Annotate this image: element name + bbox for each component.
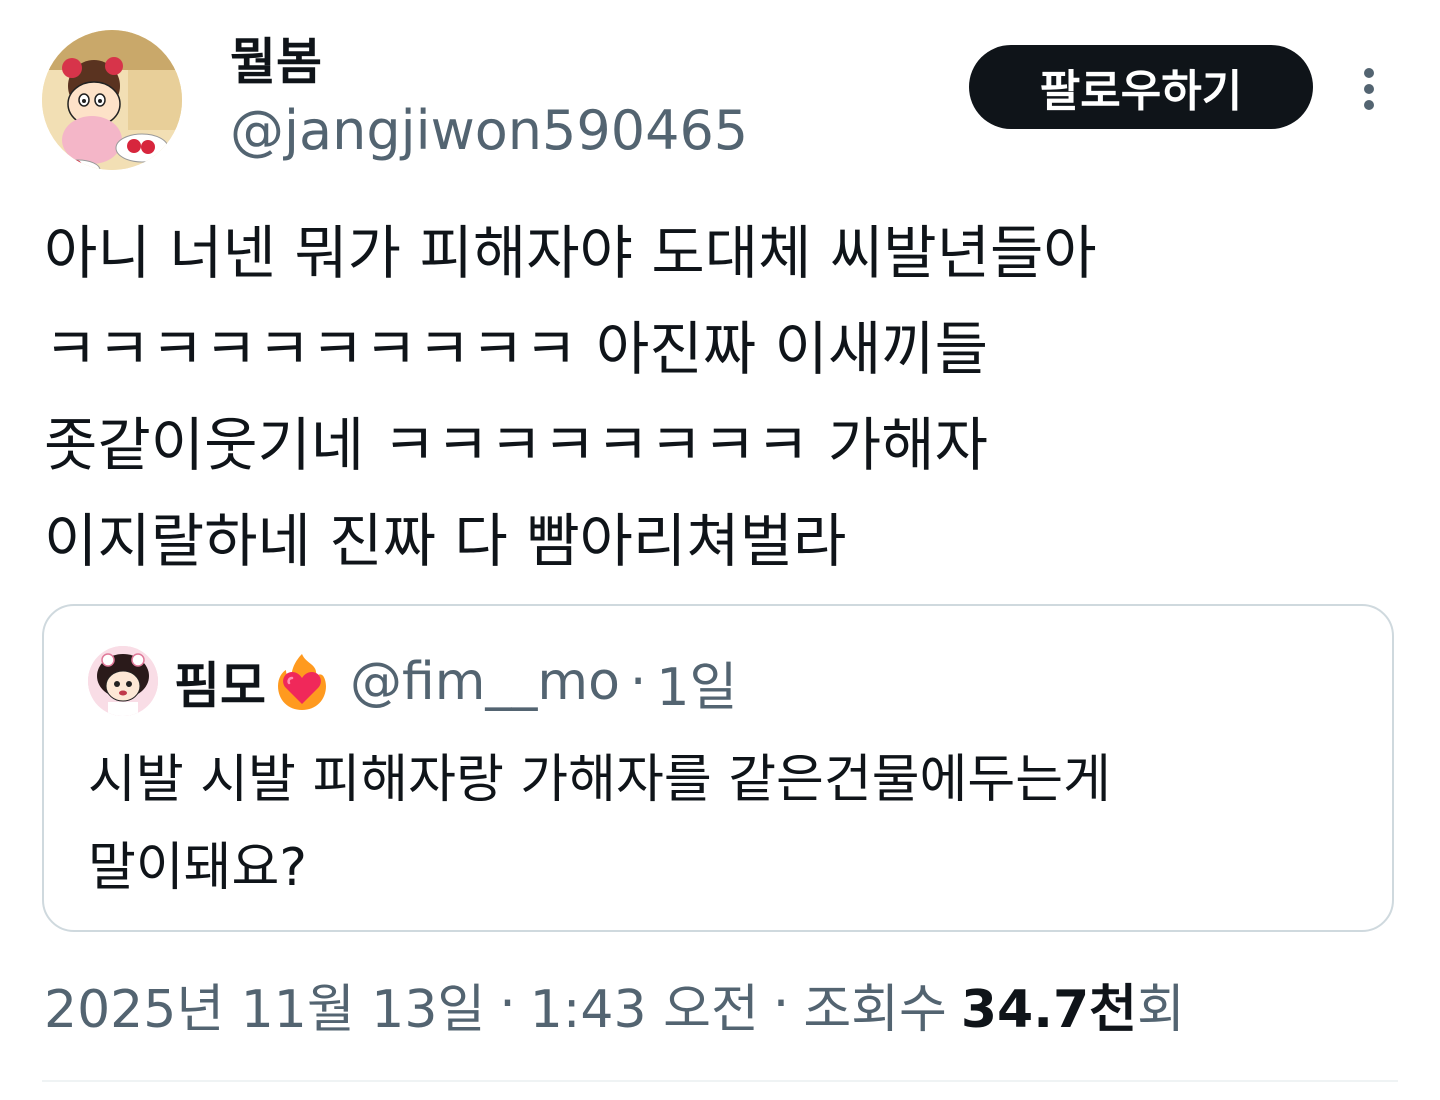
author-display-name[interactable]: 뭘봄: [230, 32, 748, 92]
quoted-handle[interactable]: @fim__mo: [350, 652, 620, 712]
quoted-separator: ·: [629, 652, 647, 712]
meta-separator: ·: [499, 974, 516, 1034]
quoted-header: 핌모 @fim__mo · 1일: [174, 644, 737, 720]
quoted-tweet-text: 시발 시발 피해자랑 가해자를 같은건물에두는게 말이돼요?: [88, 750, 1111, 898]
follow-button[interactable]: 팔로우하기: [969, 45, 1313, 129]
views-label: 조회수: [803, 979, 947, 1040]
quoted-display-name[interactable]: 핌모: [174, 646, 266, 718]
more-vertical-icon[interactable]: [1354, 66, 1384, 112]
author-avatar[interactable]: [42, 30, 182, 170]
cartoon-avatar-image: [42, 30, 182, 170]
tweet-text: 아니 너넨 뭐가 피해자야 도대체 씨발년들아 ㅋㅋㅋㅋㅋㅋㅋㅋㅋㅋ 아진짜 이…: [44, 219, 1097, 575]
tweet-header: 뭘봄 @jangjiwon590465 팔로우하기: [42, 30, 1398, 170]
quoted-avatar-image: [88, 646, 158, 716]
tweet-metadata: 2025년 11월 13일 · 1:43 오전 · 조회수 34.7천 회: [44, 968, 1185, 1040]
meta-separator: ·: [772, 974, 790, 1034]
author-name-block: 뭘봄 @jangjiwon590465: [230, 32, 748, 166]
quoted-author-avatar[interactable]: [88, 646, 158, 716]
views-suffix: 회: [1136, 979, 1185, 1040]
views-count: 34.7천: [960, 979, 1137, 1040]
divider: [42, 1080, 1398, 1082]
post-time[interactable]: 1:43 오전: [530, 967, 759, 1042]
post-date[interactable]: 2025년 11월 13일: [44, 967, 485, 1042]
heart-on-fire-icon: [270, 650, 334, 714]
quoted-tweet-card[interactable]: 핌모 @fim__mo · 1일 시발 시발 피해자랑 가해자를 같은건물에두는…: [42, 604, 1394, 932]
quoted-timestamp[interactable]: 1일: [656, 645, 737, 720]
author-handle[interactable]: @jangjiwon590465: [230, 96, 748, 166]
